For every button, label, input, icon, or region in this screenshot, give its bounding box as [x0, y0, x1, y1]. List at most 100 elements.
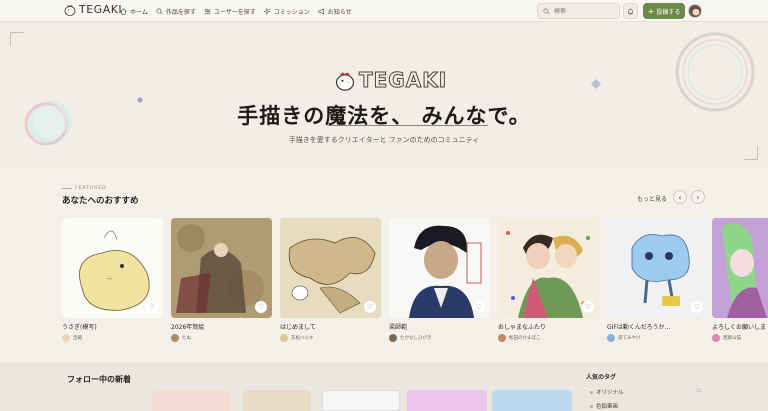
tag-bullet: [590, 390, 593, 394]
author-name: 漆てみやけ: [618, 336, 641, 341]
megaphone-icon: [318, 8, 324, 14]
author-name: たかなしひびき: [400, 336, 432, 341]
author-name: 西路山猫: [723, 336, 741, 341]
nav-explore[interactable]: 作品を探す: [156, 7, 196, 16]
artwork-card[interactable]: ♡ よろしくお願いしま 西路山猫: [712, 218, 768, 342]
following-thumbnail[interactable]: [492, 390, 572, 411]
artwork-title: 梁師範: [389, 324, 408, 331]
artwork-card[interactable]: ♡ おしゃまなふたり 松田のかまぼこ: [498, 218, 599, 342]
hero-logo-text: TEGAKI: [358, 68, 448, 93]
artwork-author[interactable]: 西路山猫: [712, 334, 768, 342]
nav-home[interactable]: ホーム: [120, 7, 148, 16]
artwork-thumbnail[interactable]: ♡: [62, 218, 163, 318]
nav-commission-label: コミッション: [273, 8, 310, 16]
tag-label: オリジナル: [596, 390, 624, 396]
nav-commission[interactable]: コミッション: [263, 7, 310, 16]
bell-icon: [627, 8, 634, 15]
chevron-right-icon: ›: [696, 192, 700, 202]
search-box[interactable]: [537, 3, 620, 19]
artwork-thumbnail[interactable]: ♡: [498, 218, 599, 318]
search-input[interactable]: [554, 7, 614, 15]
author-name: たぬ: [182, 336, 191, 341]
recommend-header: FEATURED あなたへのおすすめ: [62, 186, 139, 206]
author-avatar: [389, 334, 397, 342]
search-icon: [543, 7, 550, 15]
nav-users-label: ユーザーを探す: [213, 8, 256, 16]
plus-icon: +: [647, 6, 655, 16]
sparkle-icon: [263, 7, 271, 15]
artwork-thumbnail[interactable]: ♡: [171, 218, 272, 318]
author-avatar: [607, 334, 615, 342]
artwork-author[interactable]: 松田のかまぼこ: [498, 334, 599, 342]
bird-logo-icon: [64, 5, 76, 16]
artwork-thumbnail[interactable]: ♡: [280, 218, 381, 318]
like-button[interactable]: ♡: [364, 301, 376, 313]
heart-icon: ♡: [366, 303, 374, 311]
like-button[interactable]: ♡: [691, 301, 703, 313]
popular-tags-title: 人気のタグ: [586, 374, 617, 381]
artwork-author[interactable]: 灰松ハルキ: [280, 334, 381, 342]
nav-links: ホーム 作品を探す ユーザーを探す コミッション お知らせ: [120, 0, 352, 22]
corner-decoration: [10, 32, 24, 46]
hero-banner: TEGAKI 手描きの魔法を、 みんなで。 手描きを愛するクリエイターと ファン…: [0, 22, 768, 170]
heart-icon: ♡: [148, 303, 156, 311]
post-button[interactable]: + 投稿する: [643, 3, 685, 19]
featured-eyebrow: FEATURED: [62, 186, 139, 191]
heart-icon: ♡: [257, 303, 265, 311]
users-icon: [204, 8, 211, 14]
artwork-title: GIFは動くんだろうか…: [607, 324, 671, 331]
site-logo[interactable]: TEGAKI: [64, 3, 122, 16]
notifications-button[interactable]: [623, 3, 638, 19]
author-avatar: [171, 334, 179, 342]
next-arrow-button[interactable]: ›: [691, 190, 705, 204]
artwork-title: うさぎ(模写): [62, 324, 97, 331]
author-name: 松田のかまぼこ: [509, 336, 541, 341]
tag-item[interactable]: オリジナル: [590, 388, 624, 396]
see-more-link[interactable]: もっと見る: [637, 194, 667, 203]
artwork-card[interactable]: ♡ GIFは動くんだろうか… 漆てみやけ: [607, 218, 708, 342]
corner-decoration: [744, 146, 758, 160]
hero-underline: [328, 125, 488, 126]
nav-news[interactable]: お知らせ: [318, 7, 352, 16]
author-name: 宝箱: [73, 336, 82, 341]
following-thumbnail[interactable]: [322, 390, 400, 411]
nav-users[interactable]: ユーザーを探す: [204, 7, 256, 16]
artwork-card[interactable]: ♡ 梁師範 たかなしひびき: [389, 218, 490, 342]
divider-ornament: [364, 140, 404, 144]
tag-item[interactable]: 色鉛筆画: [590, 402, 618, 410]
artwork-card[interactable]: ♡ 2026年賀絵 たぬ: [171, 218, 272, 342]
like-button[interactable]: ♡: [146, 301, 158, 313]
artwork-image: [712, 218, 768, 318]
prev-arrow-button[interactable]: ‹: [673, 190, 687, 204]
author-avatar: [280, 334, 288, 342]
author-avatar: [498, 334, 506, 342]
following-thumbnail[interactable]: [152, 390, 230, 411]
author-name: 灰松ハルキ: [291, 336, 314, 341]
like-button[interactable]: ♡: [582, 301, 594, 313]
top-navbar: TEGAKI ホーム 作品を探す ユーザーを探す コミッション お知らせ +: [0, 0, 768, 22]
post-button-label: 投稿する: [656, 8, 681, 16]
chevron-left-icon: ‹: [678, 192, 682, 202]
artwork-thumbnail[interactable]: ♡: [712, 218, 768, 318]
recommend-title: あなたへのおすすめ: [62, 196, 139, 206]
author-avatar: [62, 334, 70, 342]
like-button[interactable]: ♡: [255, 301, 267, 313]
decor-diamond: [591, 79, 601, 89]
following-thumbnail[interactable]: [243, 390, 311, 411]
following-thumbnail[interactable]: [407, 390, 487, 411]
artwork-card[interactable]: ♡ はじめまして 灰松ハルキ: [280, 218, 381, 342]
artwork-author[interactable]: たぬ: [171, 334, 272, 342]
artwork-author[interactable]: 宝箱: [62, 334, 163, 342]
artwork-thumbnail[interactable]: ♡: [389, 218, 490, 318]
featured-label: FEATURED: [75, 186, 107, 191]
artwork-card[interactable]: ♡ うさぎ(模写) 宝箱: [62, 218, 163, 342]
like-button[interactable]: ♡: [473, 301, 485, 313]
artwork-author[interactable]: 漆てみやけ: [607, 334, 708, 342]
tag-label: 色鉛筆画: [596, 404, 619, 410]
artwork-thumbnail[interactable]: ♡: [607, 218, 708, 318]
user-avatar[interactable]: [688, 4, 702, 18]
artwork-author[interactable]: たかなしひびき: [389, 334, 490, 342]
recommend-carousel: ♡ うさぎ(模写) 宝箱 ♡ 2026年賀絵 たぬ ♡ はじめまして 灰松ハルキ…: [62, 218, 768, 342]
hero-logo: TEGAKI: [334, 68, 448, 93]
search-icon: [156, 7, 163, 15]
